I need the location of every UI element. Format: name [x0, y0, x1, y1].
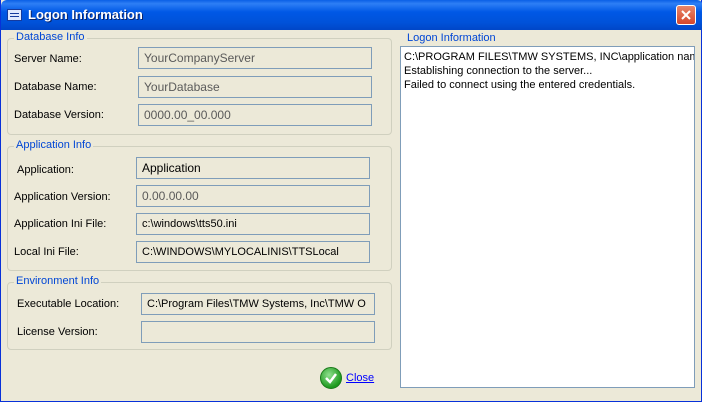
database-info-title: Database Info	[14, 31, 87, 43]
log-textbox[interactable]: C:\PROGRAM FILES\TMW SYSTEMS, INC\applic…	[400, 46, 695, 388]
executable-location-label: Executable Location:	[17, 298, 120, 310]
local-ini-field[interactable]: C:\WINDOWS\MYLOCALINIS\TTSLocal	[136, 241, 370, 263]
close-link[interactable]: Close	[346, 372, 374, 384]
close-icon	[681, 10, 691, 20]
log-title: Logon Information	[405, 32, 498, 44]
application-ini-field[interactable]: c:\windows\tts50.ini	[136, 213, 370, 235]
application-version-field[interactable]: 0.00.00.00	[136, 185, 370, 207]
database-version-field[interactable]: 0000.00_00.000	[138, 104, 372, 126]
executable-location-field[interactable]: C:\Program Files\TMW Systems, Inc\TMW O	[141, 293, 375, 315]
log-line: Failed to connect using the entered cred…	[404, 79, 636, 91]
application-label: Application:	[17, 164, 74, 176]
checkmark-icon[interactable]	[320, 367, 342, 389]
check-glyph	[325, 373, 337, 384]
application-field[interactable]: Application	[136, 157, 370, 179]
server-name-field[interactable]: YourCompanyServer	[138, 47, 372, 69]
license-version-field[interactable]	[141, 321, 375, 343]
environment-info-title: Environment Info	[14, 275, 102, 287]
log-line: Establishing connection to the server...	[404, 65, 593, 77]
log-line: C:\PROGRAM FILES\TMW SYSTEMS, INC\applic…	[404, 51, 695, 63]
server-name-label: Server Name:	[14, 53, 82, 65]
window-title: Logon Information	[28, 7, 143, 22]
license-version-label: License Version:	[17, 326, 98, 338]
application-version-label: Application Version:	[14, 191, 111, 203]
application-ini-label: Application Ini File:	[14, 218, 107, 230]
window-close-button[interactable]	[676, 5, 696, 25]
database-version-label: Database Version:	[14, 109, 104, 121]
local-ini-label: Local Ini File:	[14, 246, 79, 258]
logon-information-window: Logon Information Database Info Server N…	[0, 0, 702, 402]
application-info-title: Application Info	[14, 139, 94, 151]
database-name-label: Database Name:	[14, 81, 97, 93]
database-name-field[interactable]: YourDatabase	[138, 76, 372, 98]
app-window-icon	[7, 9, 22, 21]
title-bar[interactable]: Logon Information	[1, 0, 702, 30]
